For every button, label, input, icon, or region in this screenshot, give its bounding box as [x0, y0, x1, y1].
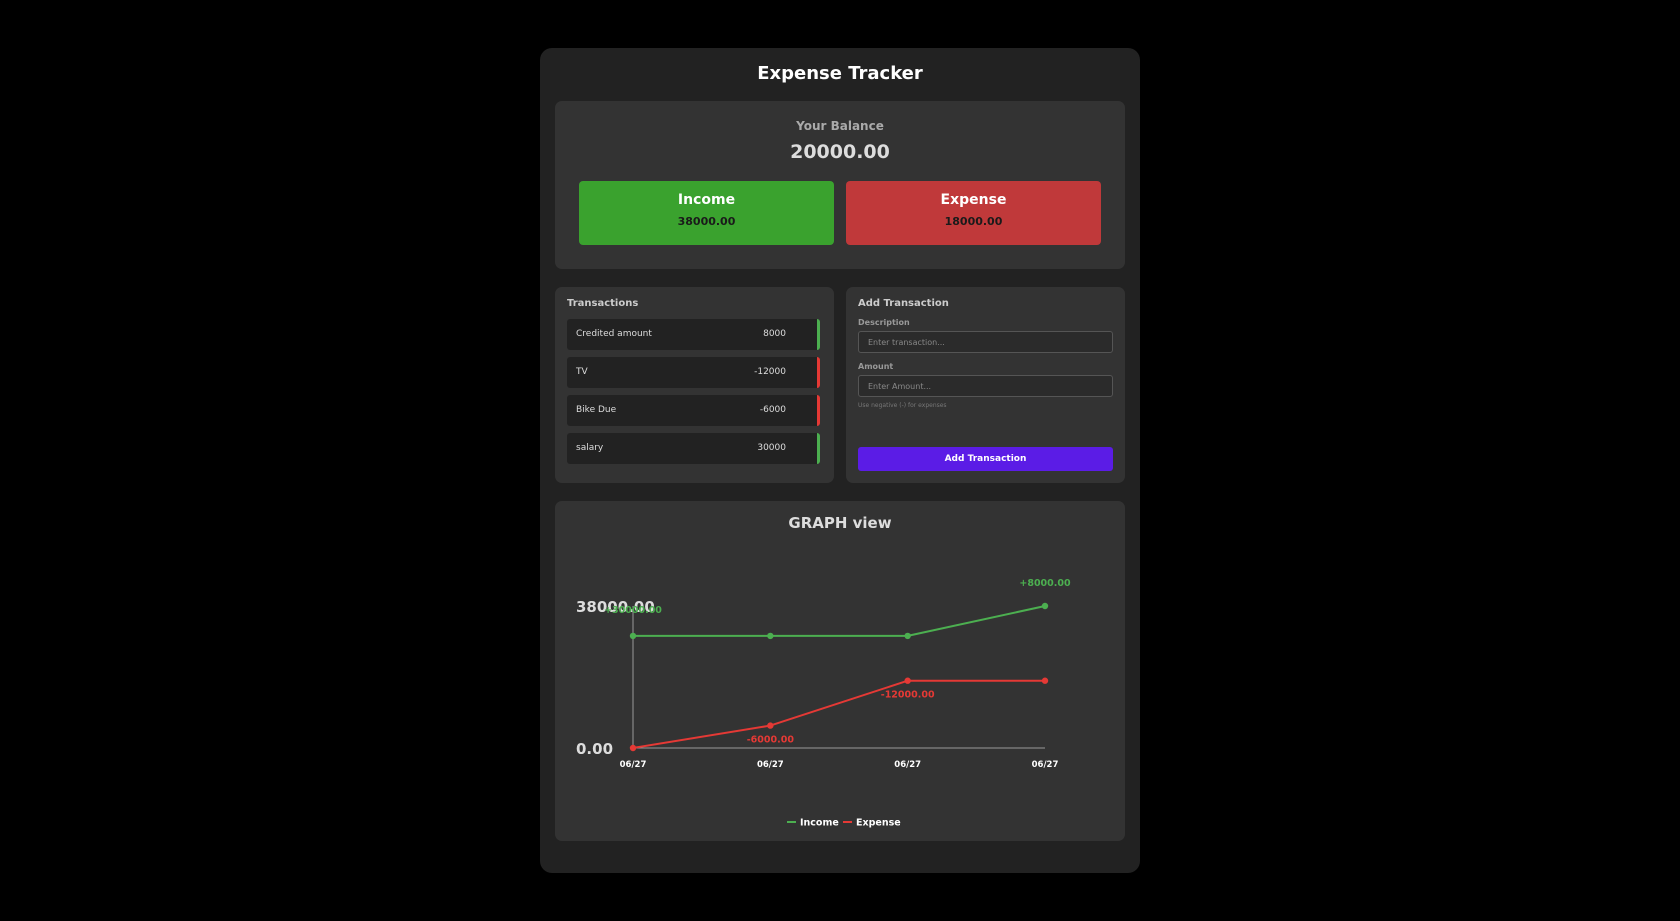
add-transaction-button[interactable]: Add Transaction	[858, 447, 1113, 471]
transaction-name: Bike Due	[576, 405, 617, 415]
x-tick-label: 06/27	[894, 760, 921, 770]
transaction-item[interactable]: TV -12000	[567, 357, 820, 388]
expense-legend-label: Expense	[856, 818, 901, 829]
transactions-panel: Transactions Credited amount 8000 TV -12…	[555, 287, 834, 483]
expense-data-label: -12000.00	[881, 690, 935, 701]
add-transaction-panel: Add Transaction Description Amount Use n…	[846, 287, 1125, 483]
transaction-amount: -6000	[759, 405, 786, 415]
income-data-label: +30000.00	[604, 605, 662, 616]
income-series-line	[633, 605, 1046, 637]
transaction-amount: 8000	[763, 329, 786, 339]
income-card: Income 38000.00	[579, 181, 834, 245]
income-data-label: +8000.00	[1019, 578, 1071, 589]
income-data-point	[629, 632, 637, 640]
add-transaction-heading: Add Transaction	[858, 298, 949, 309]
x-tick-label: 06/27	[757, 760, 784, 770]
app-title: Expense Tracker	[757, 63, 923, 84]
transaction-name: Credited amount	[576, 329, 652, 339]
amount-hint: Use negative (-) for expenses	[858, 402, 947, 409]
balance-label: Your Balance	[796, 119, 884, 133]
transaction-name: TV	[576, 367, 588, 377]
description-label: Description	[858, 318, 910, 327]
expense-data-label: -6000.00	[747, 735, 795, 746]
amount-label: Amount	[858, 362, 894, 371]
expense-card: Expense 18000.00	[846, 181, 1101, 245]
description-input[interactable]	[858, 331, 1113, 353]
income-data-point	[904, 632, 911, 640]
expense-data-point	[767, 722, 774, 729]
income-legend-label: Income	[800, 818, 839, 829]
expense-series-line	[632, 679, 1045, 749]
transaction-amount: 30000	[757, 443, 786, 453]
line-chart: 0.0038000.0006/27 06/27 06/27 06/27+30000.0…	[576, 578, 1071, 829]
income-data-point	[767, 632, 774, 640]
income-data-point	[1041, 602, 1049, 610]
amount-input[interactable]	[858, 375, 1113, 397]
expense-data-point	[1041, 677, 1049, 684]
transaction-item[interactable]: Credited amount 8000	[567, 319, 820, 350]
x-tick-label: 06/27	[620, 760, 647, 770]
income-label: Income	[677, 192, 736, 208]
income-value: 38000.00	[677, 215, 736, 228]
expense-data-point	[904, 677, 911, 684]
x-tick-label: 06/27	[1032, 760, 1059, 770]
expense-tracker-app: Expense Tracker Your Balance 20000.00 In…	[540, 48, 1140, 873]
transaction-item[interactable]: Bike Due -6000	[567, 395, 820, 426]
balance-value: 20000.00	[790, 141, 890, 163]
transaction-amount: -12000	[754, 367, 786, 377]
graph-panel: GRAPH view 0.00 38000.00 06/27 06/27 06/27 06…	[555, 501, 1125, 841]
expense-label: Expense	[940, 192, 1007, 208]
transactions-heading: Transactions	[567, 298, 639, 309]
transaction-name: salary	[576, 443, 604, 453]
y-tick-label: 0.00	[576, 740, 613, 758]
expense-data-point	[629, 744, 637, 752]
transaction-item[interactable]: salary 30000	[567, 433, 820, 464]
balance-panel: Your Balance 20000.00 Income 38000.00 Ex…	[555, 101, 1125, 269]
expense-value: 18000.00	[944, 215, 1003, 228]
